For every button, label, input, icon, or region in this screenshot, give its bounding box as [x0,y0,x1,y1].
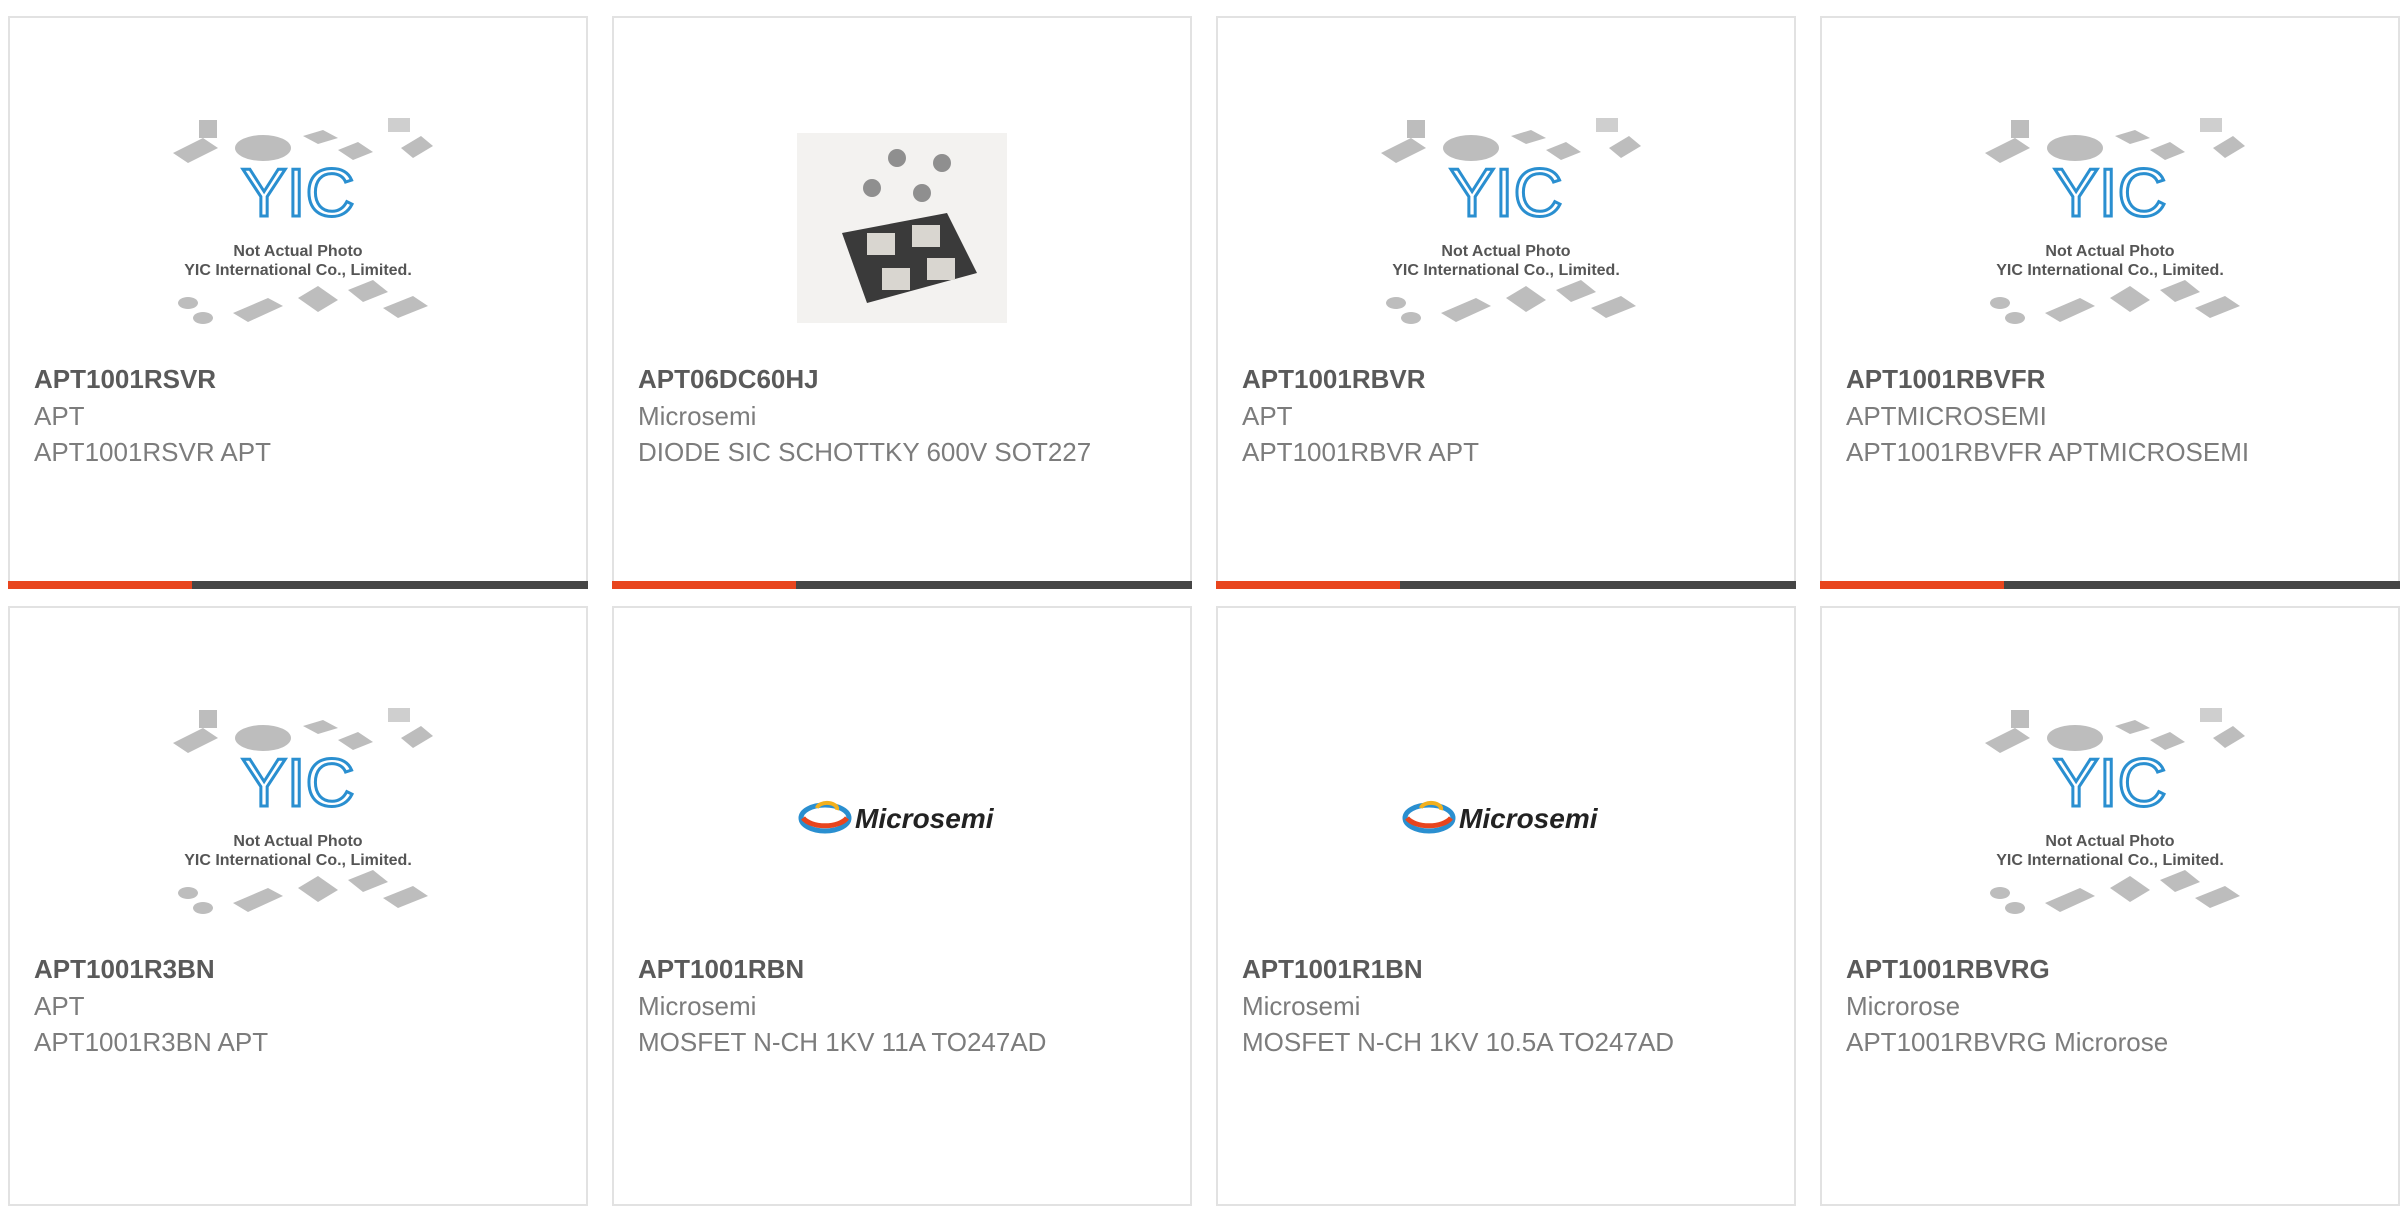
product-card[interactable]: YIC Not Actual Photo YIC International C… [1820,606,2400,1206]
product-thumbnail[interactable]: Microsemi [614,688,1190,948]
product-thumbnail[interactable] [614,98,1190,358]
part-number[interactable]: APT1001RBN [638,950,1170,988]
part-number[interactable]: APT1001RBVFR [1846,360,2378,398]
product-card[interactable]: YIC Not Actual Photo YIC International C… [1216,16,1796,589]
description: MOSFET N-CH 1KV 11A TO247AD [638,1027,1047,1057]
card-bottom-bar [612,581,1192,589]
part-number[interactable]: APT1001R3BN [34,950,566,988]
svg-text:YIC: YIC [2053,155,2166,231]
product-thumbnail[interactable]: YIC Not Actual Photo YIC International C… [10,688,586,948]
svg-text:Not Actual Photo: Not Actual Photo [1441,243,1570,260]
svg-text:YIC International Co., Limited: YIC International Co., Limited. [1996,852,2224,869]
product-card[interactable]: APT06DC60HJ Microsemi DIODE SIC SCHOTTKY… [612,16,1192,589]
part-number[interactable]: APT1001RSVR [34,360,566,398]
svg-text:YIC International Co., Limited: YIC International Co., Limited. [184,262,412,279]
card-bottom-bar [1820,581,2400,589]
card-bottom-bar [8,581,588,589]
manufacturer: Microsemi [1242,991,1361,1021]
description: APT1001RBVRG Microrose [1846,1027,2169,1057]
yic-placeholder-image: YIC Not Actual Photo YIC International C… [1985,708,2245,914]
manufacturer: APTMICROSEMI [1846,401,2047,431]
product-card[interactable]: YIC Not Actual Photo YIC International C… [1820,16,2400,589]
svg-text:YIC: YIC [241,745,354,821]
svg-text:Not Actual Photo: Not Actual Photo [233,243,362,260]
svg-text:Not Actual Photo: Not Actual Photo [2045,833,2174,850]
svg-text:Microsemi: Microsemi [855,803,995,834]
product-thumbnail[interactable]: YIC Not Actual Photo YIC International C… [10,98,586,358]
description: MOSFET N-CH 1KV 10.5A TO247AD [1242,1027,1675,1057]
part-number[interactable]: APT1001RBVRG [1846,950,2378,988]
product-grid: YIC Not Actual Photo YIC International C… [0,0,2400,1206]
product-thumbnail[interactable]: YIC Not Actual Photo YIC International C… [1218,98,1794,358]
manufacturer: APT [34,401,85,431]
microsemi-logo: Microsemi [1402,800,1599,834]
manufacturer: Microsemi [638,401,757,431]
part-number[interactable]: APT1001R1BN [1242,950,1774,988]
manufacturer: Microsemi [638,991,757,1021]
diode-module-image [797,133,1007,323]
product-thumbnail[interactable]: YIC Not Actual Photo YIC International C… [1822,98,2398,358]
svg-text:YIC International Co., Limited: YIC International Co., Limited. [1996,262,2224,279]
yic-placeholder-image: YIC Not Actual Photo YIC International C… [1985,118,2245,324]
svg-text:YIC International Co., Limited: YIC International Co., Limited. [1392,262,1620,279]
manufacturer: APT [34,991,85,1021]
description: APT1001RBVFR APTMICROSEMI [1846,437,2250,467]
manufacturer: APT [1242,401,1293,431]
yic-placeholder-image: YIC Not Actual Photo YIC International C… [1381,118,1641,324]
part-number[interactable]: APT1001RBVR [1242,360,1774,398]
svg-text:YIC: YIC [241,155,354,231]
yic-placeholder-image: YIC Not Actual Photo YIC International C… [173,118,433,324]
microsemi-logo: Microsemi [798,800,995,834]
manufacturer: Microrose [1846,991,1961,1021]
description: APT1001RSVR APT [34,437,271,467]
product-thumbnail[interactable]: Microsemi [1218,688,1794,948]
product-card[interactable]: YIC Not Actual Photo YIC International C… [8,16,588,589]
product-card[interactable]: Microsemi APT1001R1BN Microsemi MOSFET N… [1216,606,1796,1206]
svg-text:Not Actual Photo: Not Actual Photo [233,833,362,850]
product-card[interactable]: YIC Not Actual Photo YIC International C… [8,606,588,1206]
card-bottom-bar [1216,581,1796,589]
yic-placeholder-image: YIC Not Actual Photo YIC International C… [173,708,433,914]
svg-text:YIC International Co., Limited: YIC International Co., Limited. [184,852,412,869]
description: APT1001RBVR APT [1242,437,1479,467]
description: DIODE SIC SCHOTTKY 600V SOT227 [638,437,1092,467]
svg-text:Not Actual Photo: Not Actual Photo [2045,243,2174,260]
product-card[interactable]: Microsemi APT1001RBN Microsemi MOSFET N-… [612,606,1192,1206]
svg-text:YIC: YIC [1449,155,1562,231]
svg-text:Microsemi: Microsemi [1459,803,1599,834]
svg-text:YIC: YIC [2053,745,2166,821]
part-number[interactable]: APT06DC60HJ [638,360,1170,398]
description: APT1001R3BN APT [34,1027,269,1057]
product-thumbnail[interactable]: YIC Not Actual Photo YIC International C… [1822,688,2398,948]
